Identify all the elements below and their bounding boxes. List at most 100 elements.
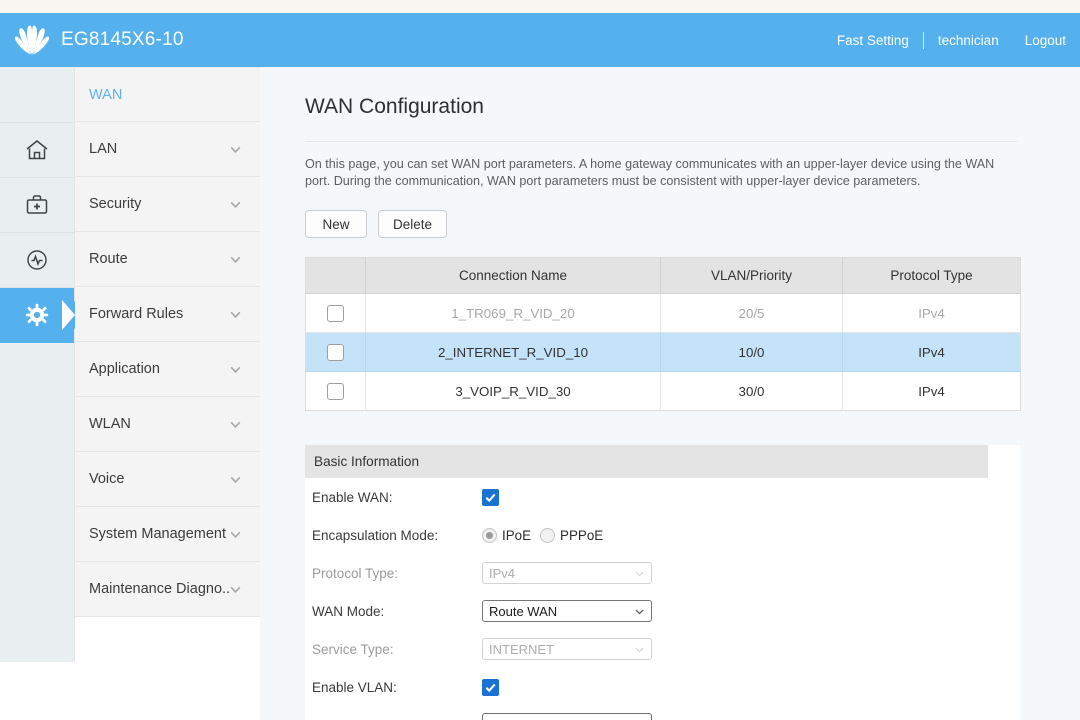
radio-ipoe[interactable]: IPoE	[482, 527, 532, 543]
rail-settings[interactable]	[0, 288, 74, 343]
chevron-down-icon	[230, 256, 241, 263]
menu-item-label: Security	[89, 196, 142, 212]
chevron-down-icon	[230, 476, 241, 483]
table-row[interactable]: 2_INTERNET_R_VID_10 10/0 IPv4	[305, 332, 1021, 372]
column-header-protocol-type: Protocol Type	[842, 257, 1021, 294]
menu-item-route[interactable]: Route	[75, 232, 260, 287]
home-icon	[26, 140, 48, 160]
title-divider	[305, 141, 1017, 142]
side-menu: WAN LAN Security Route Forward Rules App…	[75, 67, 260, 662]
cell-vlan-priority: 10/0	[660, 332, 843, 372]
delete-button[interactable]: Delete	[378, 210, 448, 238]
cell-protocol-type: IPv4	[918, 383, 945, 399]
wan-mode-control: Route WAN	[482, 600, 1020, 622]
chevron-down-icon	[230, 201, 241, 208]
field-vlan-id: VLAN ID: 10 * (1-4094)	[305, 706, 1020, 720]
top-strip	[0, 0, 1080, 13]
menu-item-label: System Management	[89, 526, 227, 542]
protocol-type-select: IPv4	[482, 562, 652, 584]
row-checkbox-cell[interactable]	[305, 293, 366, 333]
encapsulation-mode-control: IPoE PPPoE	[482, 527, 1020, 543]
basic-information-panel: Basic Information Enable WAN: Encapsulat…	[305, 445, 1020, 720]
menu-item-forward-rules[interactable]: Forward Rules	[75, 287, 260, 342]
row-checkbox[interactable]	[327, 343, 344, 361]
table-row[interactable]: 1_TR069_R_VID_20 20/5 IPv4	[305, 293, 1021, 333]
side-menu-list: WAN LAN Security Route Forward Rules App…	[75, 67, 260, 617]
page-description: On this page, you can set WAN port param…	[305, 157, 995, 188]
radio-ipoe-indicator[interactable]	[482, 527, 497, 543]
icon-rail	[0, 67, 75, 662]
header-actions: Fast Setting technician Logout	[837, 31, 1080, 49]
fast-setting-link[interactable]: Fast Setting	[837, 33, 909, 48]
row-checkbox[interactable]	[327, 382, 344, 400]
brand-title: EG8145X6-10	[61, 29, 184, 50]
row-checkbox[interactable]	[327, 304, 344, 322]
field-enable-wan: Enable WAN:	[305, 478, 1020, 516]
enable-wan-label: Enable WAN:	[312, 489, 393, 505]
wan-connections-table: Connection Name VLAN/Priority Protocol T…	[305, 257, 1021, 411]
wan-configuration-page: EG8145X6-10 Fast Setting technician Logo…	[0, 0, 1080, 720]
field-wan-mode: WAN Mode: Route WAN	[305, 592, 1020, 630]
menu-item-security[interactable]: Security	[75, 177, 260, 232]
table-row[interactable]: 3_VOIP_R_VID_30 30/0 IPv4	[305, 371, 1021, 411]
rail-status[interactable]	[0, 233, 74, 288]
logout-link[interactable]: Logout	[1025, 33, 1066, 48]
cell-connection-name: 1_TR069_R_VID_20	[365, 293, 661, 333]
menu-item-maintenance-diagnosis[interactable]: Maintenance Diagno...	[75, 562, 260, 617]
field-service-type: Service Type: INTERNET	[305, 630, 1020, 668]
cell-vlan-priority: 20/5	[660, 293, 843, 333]
row-checkbox-cell[interactable]	[305, 332, 366, 372]
menu-item-label: Voice	[89, 471, 125, 487]
menu-item-wlan[interactable]: WLAN	[75, 397, 260, 452]
field-protocol-type: Protocol Type: IPv4	[305, 554, 1020, 592]
huawei-flower-logo-icon	[14, 25, 50, 55]
menu-item-application[interactable]: Application	[75, 342, 260, 397]
field-encapsulation-mode: Encapsulation Mode: IPoE PPPoE	[305, 516, 1020, 554]
app-header: EG8145X6-10 Fast Setting technician Logo…	[0, 13, 1080, 67]
gear-icon	[25, 303, 49, 327]
new-button[interactable]: New	[305, 210, 367, 238]
vlan-id-input[interactable]: 10	[482, 713, 652, 720]
table-head: Connection Name VLAN/Priority Protocol T…	[305, 257, 1021, 294]
enable-wan-checkbox[interactable]	[482, 488, 499, 506]
wan-mode-select[interactable]: Route WAN	[482, 600, 652, 622]
service-type-value: INTERNET	[489, 641, 554, 657]
protocol-type-control: IPv4	[482, 562, 1020, 584]
enable-vlan-control	[482, 678, 1020, 696]
radio-pppoe-indicator[interactable]	[540, 527, 556, 543]
brand-area: EG8145X6-10	[0, 24, 184, 56]
encapsulation-mode-label: Encapsulation Mode:	[312, 527, 439, 543]
rail-diagnostics[interactable]	[0, 178, 74, 233]
row-checkbox-cell[interactable]	[305, 371, 366, 411]
check-icon	[485, 493, 496, 502]
cell-connection-name: 3_VOIP_R_VID_30	[365, 371, 661, 411]
rail-blank	[0, 67, 74, 123]
radio-pppoe-label: PPPoE	[560, 527, 604, 543]
menu-item-label: LAN	[89, 141, 118, 157]
protocol-type-label: Protocol Type:	[312, 565, 399, 581]
chevron-down-icon	[230, 146, 241, 153]
column-header-checkbox	[305, 257, 366, 294]
radio-ipoe-label: IPoE	[502, 527, 532, 543]
menu-item-lan[interactable]: LAN	[75, 122, 260, 177]
main-content: WAN Configuration On this page, you can …	[260, 67, 1080, 720]
menu-item-label: Forward Rules	[89, 306, 184, 322]
enable-vlan-checkbox[interactable]	[482, 678, 499, 696]
cell-protocol-type: IPv4	[842, 293, 1021, 333]
menu-item-voice[interactable]: Voice	[75, 452, 260, 507]
service-type-control: INTERNET	[482, 638, 1020, 660]
radio-pppoe[interactable]: PPPoE	[540, 527, 604, 543]
check-icon	[485, 683, 496, 692]
menu-item-wan[interactable]: WAN	[75, 67, 260, 122]
table-header-row: Connection Name VLAN/Priority Protocol T…	[305, 257, 1021, 294]
menu-item-label: WAN	[89, 86, 123, 103]
first-aid-kit-icon	[26, 195, 48, 214]
menu-item-system-management[interactable]: System Management	[75, 507, 260, 562]
vlan-id-control: 10 * (1-4094)	[482, 713, 1020, 720]
enable-wan-control	[482, 488, 1020, 506]
chevron-down-icon	[230, 311, 241, 318]
rail-home[interactable]	[0, 123, 74, 178]
user-account-link[interactable]: technician	[938, 33, 999, 48]
chevron-down-icon	[230, 421, 241, 428]
basic-information-header: Basic Information	[305, 445, 988, 478]
